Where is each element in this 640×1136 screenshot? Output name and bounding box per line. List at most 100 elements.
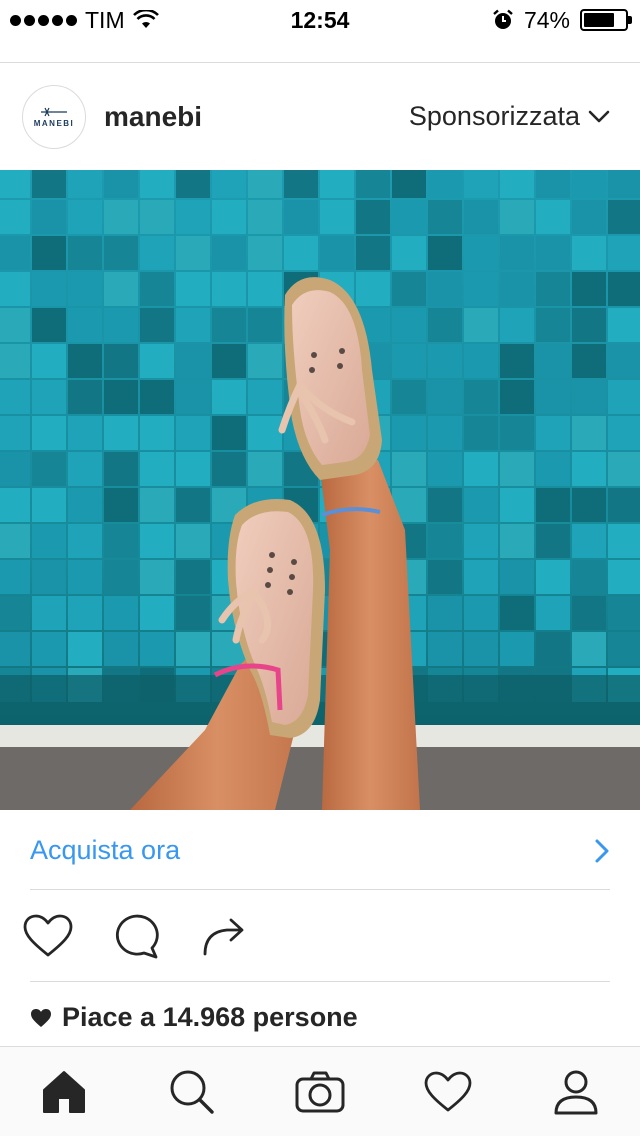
pool-tile — [176, 596, 210, 630]
pool-tile — [248, 200, 282, 234]
pool-tile — [572, 560, 606, 594]
tab-profile[interactable] — [544, 1060, 608, 1124]
post-actions — [22, 908, 250, 964]
pool-tile — [68, 200, 102, 234]
pool-tile — [212, 452, 246, 486]
pool-tile — [68, 236, 102, 270]
pool-tile — [392, 380, 426, 414]
logo-mark-icon — [41, 107, 67, 116]
like-button[interactable] — [22, 910, 74, 962]
battery-icon — [580, 9, 632, 31]
pool-tile — [140, 170, 174, 198]
pool-tile — [428, 596, 462, 630]
pool-tile — [32, 272, 66, 306]
pool-tile — [248, 170, 282, 198]
status-bar: TIM 12:54 74% — [0, 0, 640, 40]
pool-tile — [428, 170, 462, 198]
pool-tile — [32, 308, 66, 342]
pool-tile — [536, 632, 570, 666]
likes-text: Piace a 14.968 persone — [62, 1002, 358, 1032]
pool-tile — [392, 200, 426, 234]
pool-tile — [500, 308, 534, 342]
pool-tile — [104, 236, 138, 270]
pool-tile — [32, 524, 66, 558]
pool-tile — [464, 308, 498, 342]
pool-tile — [392, 236, 426, 270]
pool-tile — [140, 380, 174, 414]
pool-tile — [608, 596, 640, 630]
pool-tile — [500, 524, 534, 558]
pool-tile — [500, 200, 534, 234]
heart-filled-icon — [31, 1008, 51, 1027]
pool-tile — [32, 416, 66, 450]
pool-tile — [536, 488, 570, 522]
pool-tile — [0, 488, 30, 522]
post-photo[interactable] — [0, 170, 640, 810]
sponsored-menu-button[interactable]: Sponsorizzata — [409, 101, 610, 132]
pool-tile — [428, 560, 462, 594]
pool-tile — [428, 632, 462, 666]
pool-tile — [572, 596, 606, 630]
pool-tile — [176, 344, 210, 378]
pool-tile — [500, 344, 534, 378]
pool-tile — [572, 200, 606, 234]
pool-tile — [176, 308, 210, 342]
post-photo-image — [0, 170, 640, 810]
pool-tile — [248, 344, 282, 378]
tab-activity[interactable] — [416, 1060, 480, 1124]
pool-tile — [32, 596, 66, 630]
pool-tile — [392, 170, 426, 198]
pool-tile — [176, 524, 210, 558]
pool-tile — [104, 200, 138, 234]
pool-tile — [68, 170, 102, 198]
tab-home[interactable] — [32, 1060, 96, 1124]
pool-tile — [0, 452, 30, 486]
pool-tile — [500, 596, 534, 630]
pool-tile — [464, 272, 498, 306]
pool-tile — [428, 524, 462, 558]
pool-tile — [392, 308, 426, 342]
pool-tile — [212, 380, 246, 414]
comment-icon — [115, 914, 159, 959]
pool-tile — [608, 524, 640, 558]
pool-tile — [608, 560, 640, 594]
pool-tile — [572, 170, 606, 198]
pool-tile — [536, 452, 570, 486]
pool-tile — [0, 380, 30, 414]
tab-search[interactable] — [160, 1060, 224, 1124]
comment-button[interactable] — [110, 910, 162, 962]
pool-tile — [32, 200, 66, 234]
pool-tile — [248, 272, 282, 306]
pool-tile — [464, 488, 498, 522]
avatar[interactable]: MANEBI — [22, 85, 86, 149]
shop-now-button[interactable]: Acquista ora — [30, 812, 610, 890]
pool-tile — [176, 452, 210, 486]
pool-tile — [104, 308, 138, 342]
pool-tile — [572, 272, 606, 306]
likes-count[interactable]: Piace a 14.968 persone — [30, 1002, 358, 1033]
pool-tile — [68, 596, 102, 630]
pool-tile — [104, 380, 138, 414]
battery-percent: 74% — [523, 6, 570, 33]
pool-tile — [140, 236, 174, 270]
pool-tile — [140, 632, 174, 666]
pool-tile — [536, 560, 570, 594]
share-button[interactable] — [198, 910, 250, 962]
pool-tile — [140, 308, 174, 342]
pool-tile — [68, 272, 102, 306]
username-link[interactable]: manebi — [104, 101, 202, 133]
share-icon — [203, 918, 244, 956]
pool-tile — [248, 380, 282, 414]
pool-tile — [536, 596, 570, 630]
pool-tile — [0, 344, 30, 378]
pool-tile — [536, 200, 570, 234]
pool-tile — [500, 380, 534, 414]
pool-tile — [248, 236, 282, 270]
pool-tile — [392, 344, 426, 378]
pool-tile — [320, 236, 354, 270]
pool-tile — [0, 524, 30, 558]
tab-camera[interactable] — [288, 1060, 352, 1124]
pool-tile — [356, 170, 390, 198]
pool-tile — [572, 524, 606, 558]
pool-tile — [32, 170, 66, 198]
